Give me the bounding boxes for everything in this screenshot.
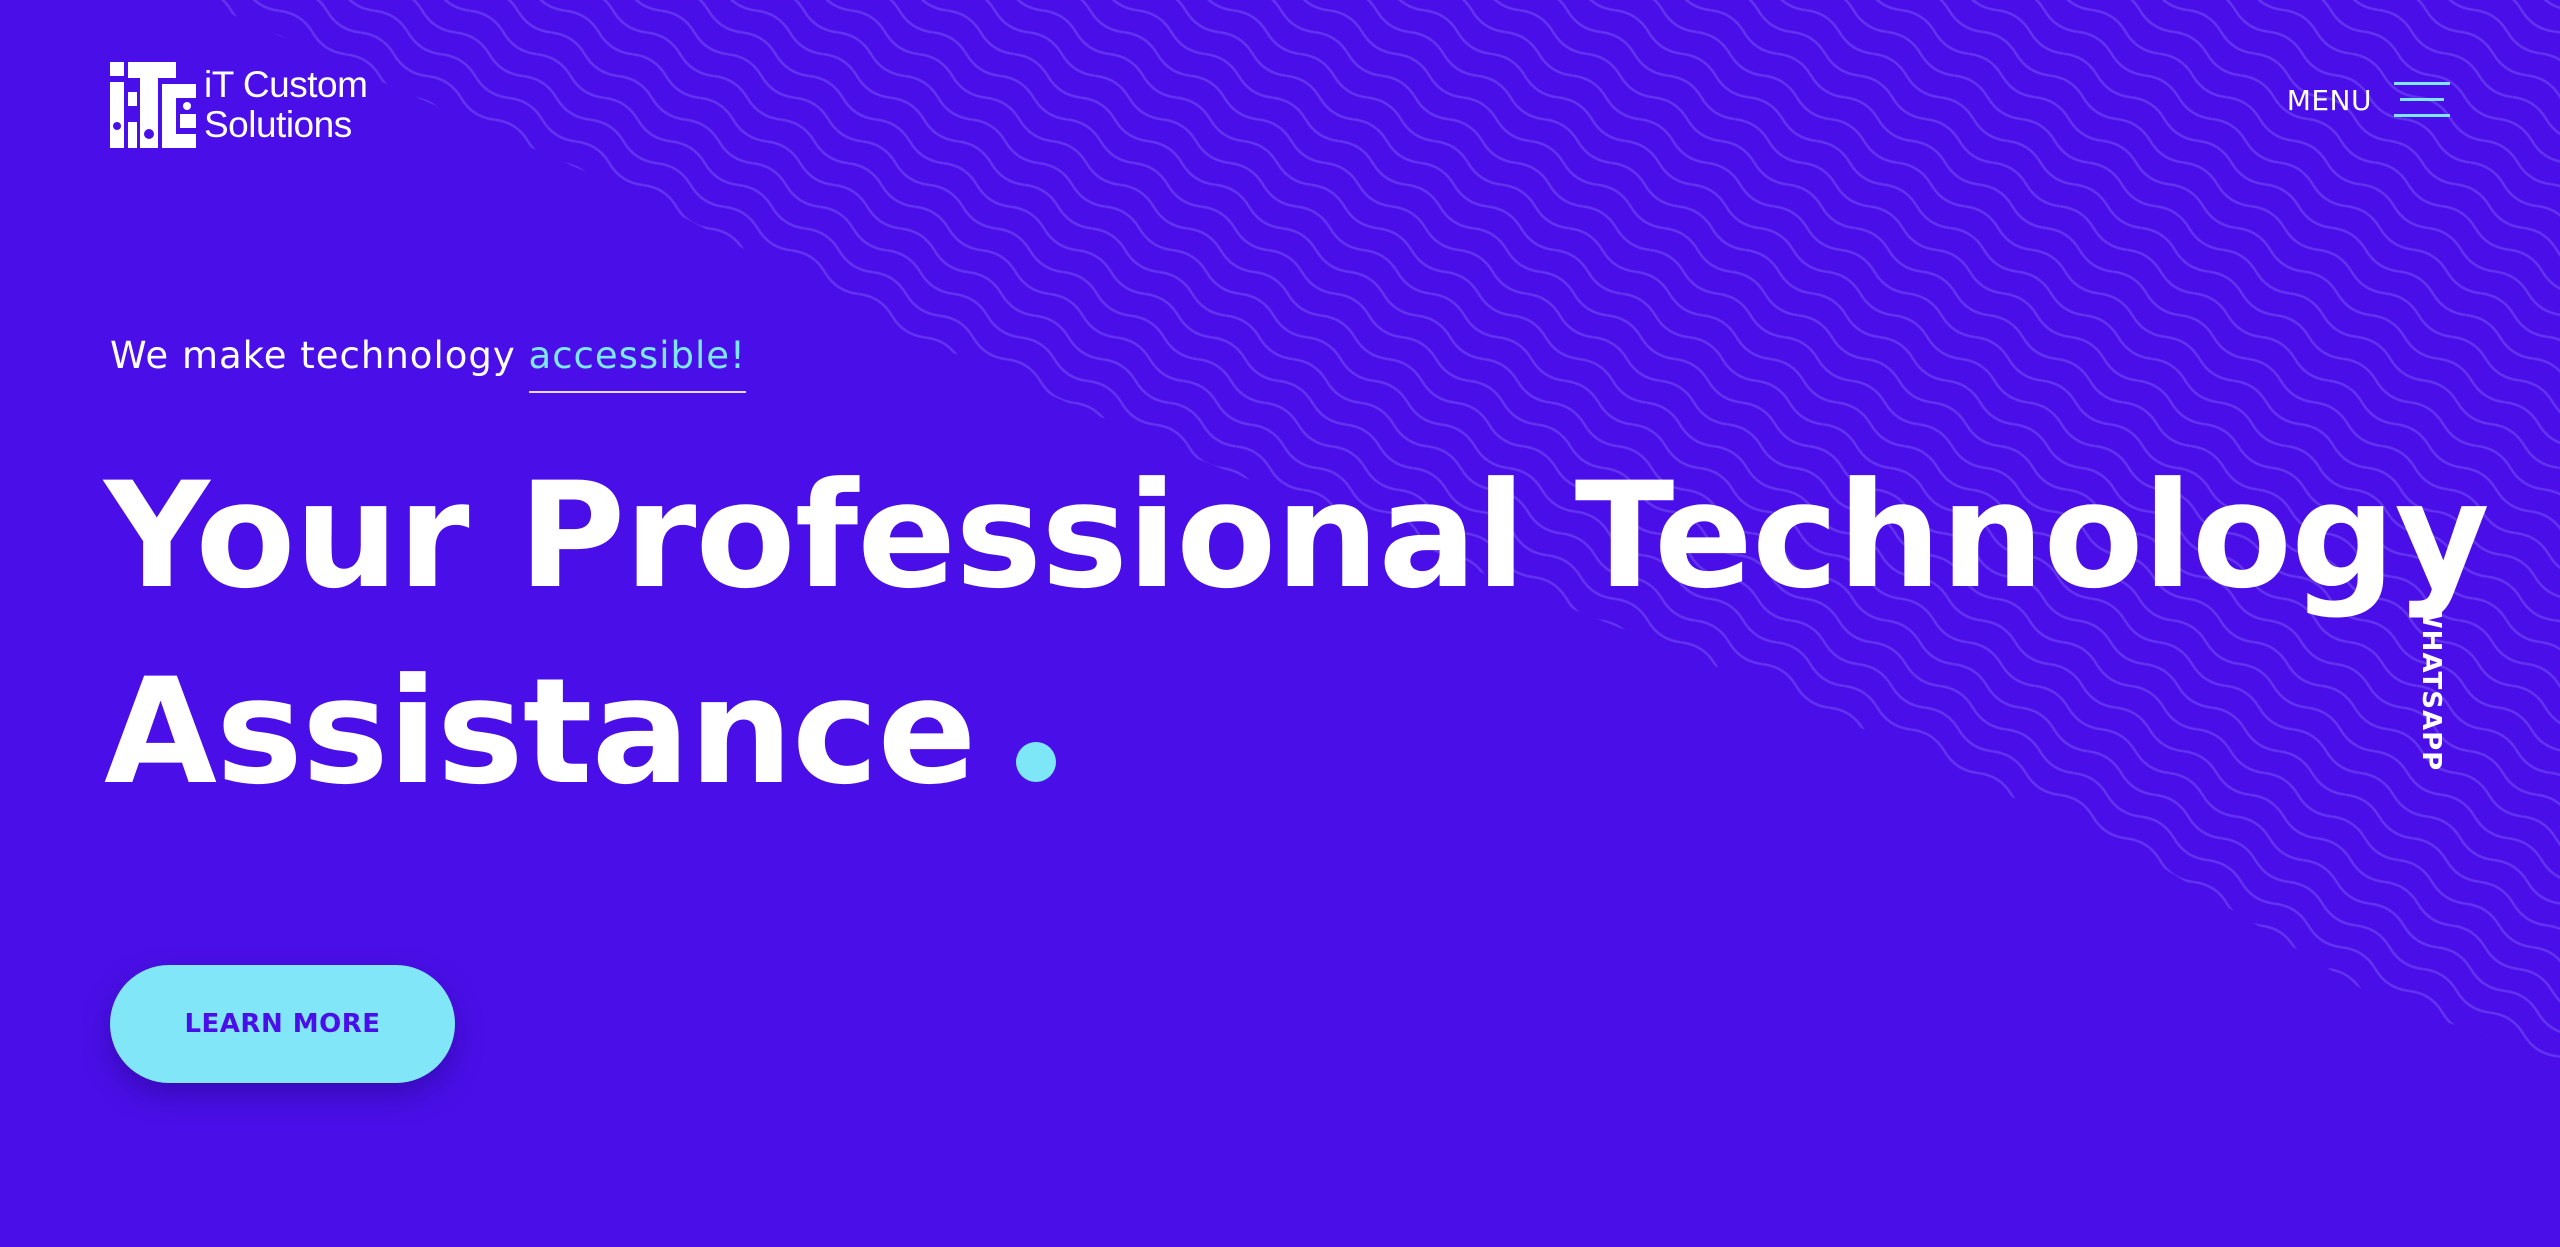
brand-logo[interactable]: iT Custom Solutions (110, 62, 368, 148)
brand-name: iT Custom Solutions (204, 64, 368, 145)
brand-name-line1: iT Custom (204, 64, 368, 105)
headline-line2: Assistance (104, 647, 977, 817)
hero-tagline: We make technology accessible! (110, 334, 746, 393)
hamburger-icon (2394, 82, 2450, 117)
headline-line2-wrap: Assistance (104, 634, 2489, 830)
tagline-text: We make technology (110, 334, 529, 377)
menu-label: MENU (2286, 83, 2372, 117)
tagline-accent: accessible! (528, 334, 746, 393)
brand-name-line2: Solutions (204, 104, 352, 145)
hero-headline: Your Professional Technology Assistance (104, 438, 2490, 830)
itcs-logo-icon (110, 62, 196, 148)
menu-toggle[interactable]: MENU (2287, 78, 2450, 122)
accent-dot (1015, 742, 1056, 782)
hero-page: iT Custom Solutions MENU We make technol… (0, 0, 2560, 1247)
whatsapp-link[interactable]: WHATSAPP (2416, 600, 2446, 771)
headline-line1: Your Professional Technology (104, 451, 2490, 621)
learn-more-button[interactable]: LEARN MORE (110, 965, 455, 1083)
